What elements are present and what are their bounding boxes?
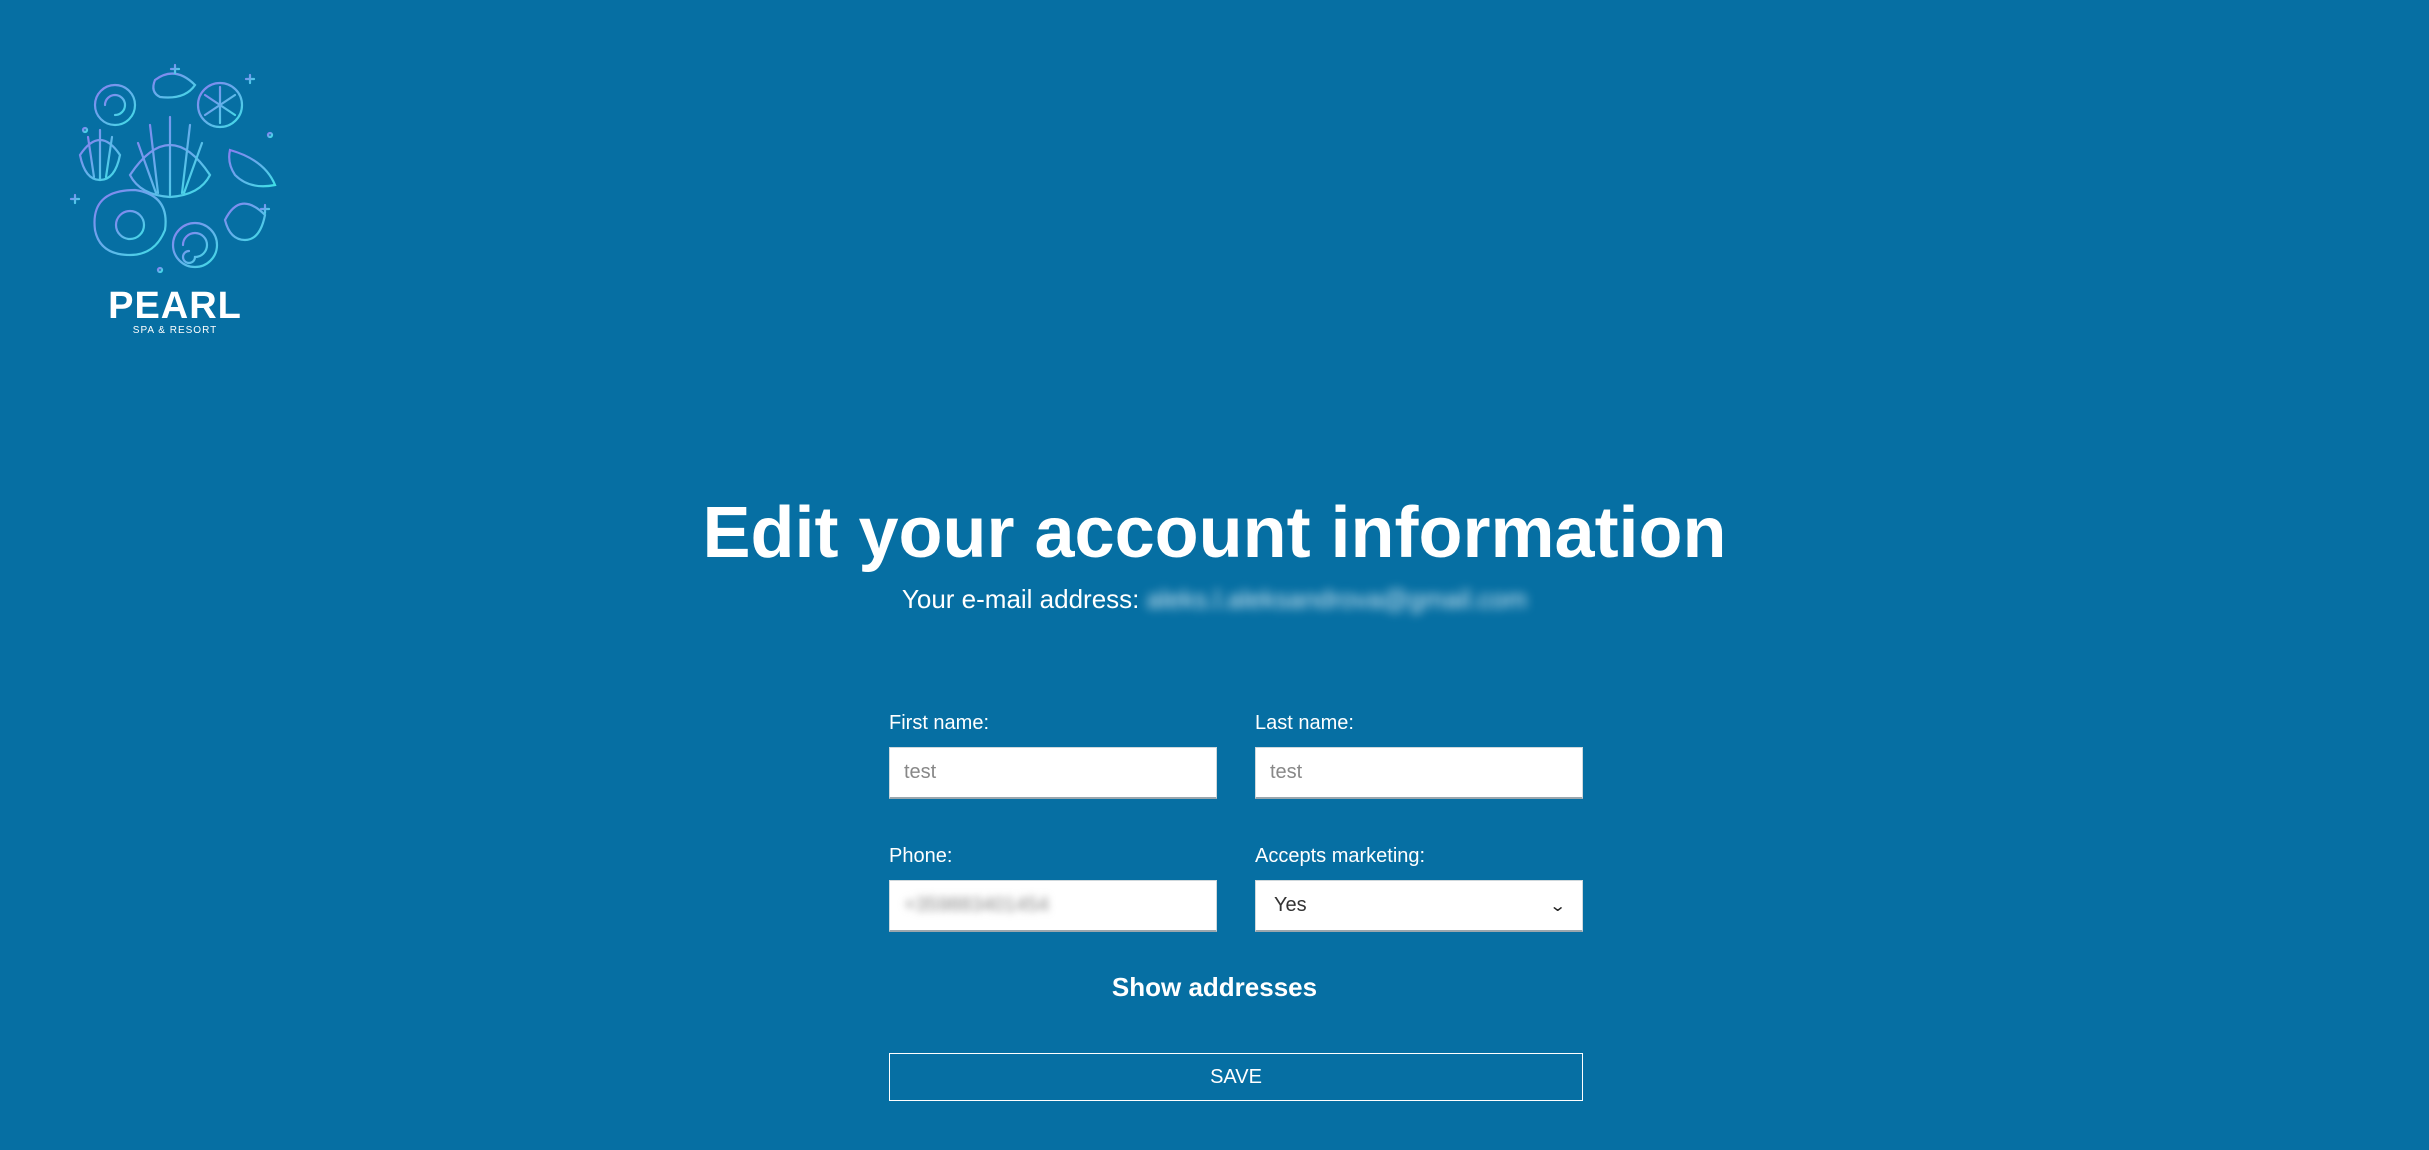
email-line: Your e-mail address: aleks.l.aleksandrov…: [0, 584, 2429, 615]
email-value: aleks.l.aleksandrova@gmail.com: [1146, 584, 1528, 614]
first-name-label: First name:: [889, 712, 990, 734]
account-page: PEARL SPA & RESORT Edit your account inf…: [0, 0, 2429, 1150]
phone-field[interactable]: +359883401454: [889, 880, 1217, 932]
logo-name: PEARL: [108, 285, 242, 327]
accepts-marketing-value: Yes: [1274, 894, 1307, 916]
phone-value: +359883401454: [904, 894, 1050, 916]
email-label: Your e-mail address:: [901, 584, 1147, 614]
last-name-field[interactable]: [1255, 747, 1583, 799]
last-name-label: Last name:: [1255, 712, 1354, 734]
page-title: Edit your account information: [702, 493, 1727, 573]
logo-subtitle: SPA & RESORT: [132, 325, 218, 336]
show-addresses-link[interactable]: Show addresses: [0, 972, 2429, 1003]
chevron-down-icon: ⌄: [1548, 897, 1567, 915]
phone-label: Phone:: [889, 845, 953, 867]
seashells-logo-icon: [69, 63, 277, 274]
accepts-marketing-label: Accepts marketing:: [1255, 845, 1426, 867]
pearl-logo[interactable]: PEARL SPA & RESORT: [60, 55, 290, 345]
accepts-marketing-select[interactable]: Yes ⌄: [1255, 880, 1583, 932]
save-button[interactable]: SAVE: [889, 1053, 1583, 1101]
first-name-field[interactable]: [889, 747, 1217, 799]
